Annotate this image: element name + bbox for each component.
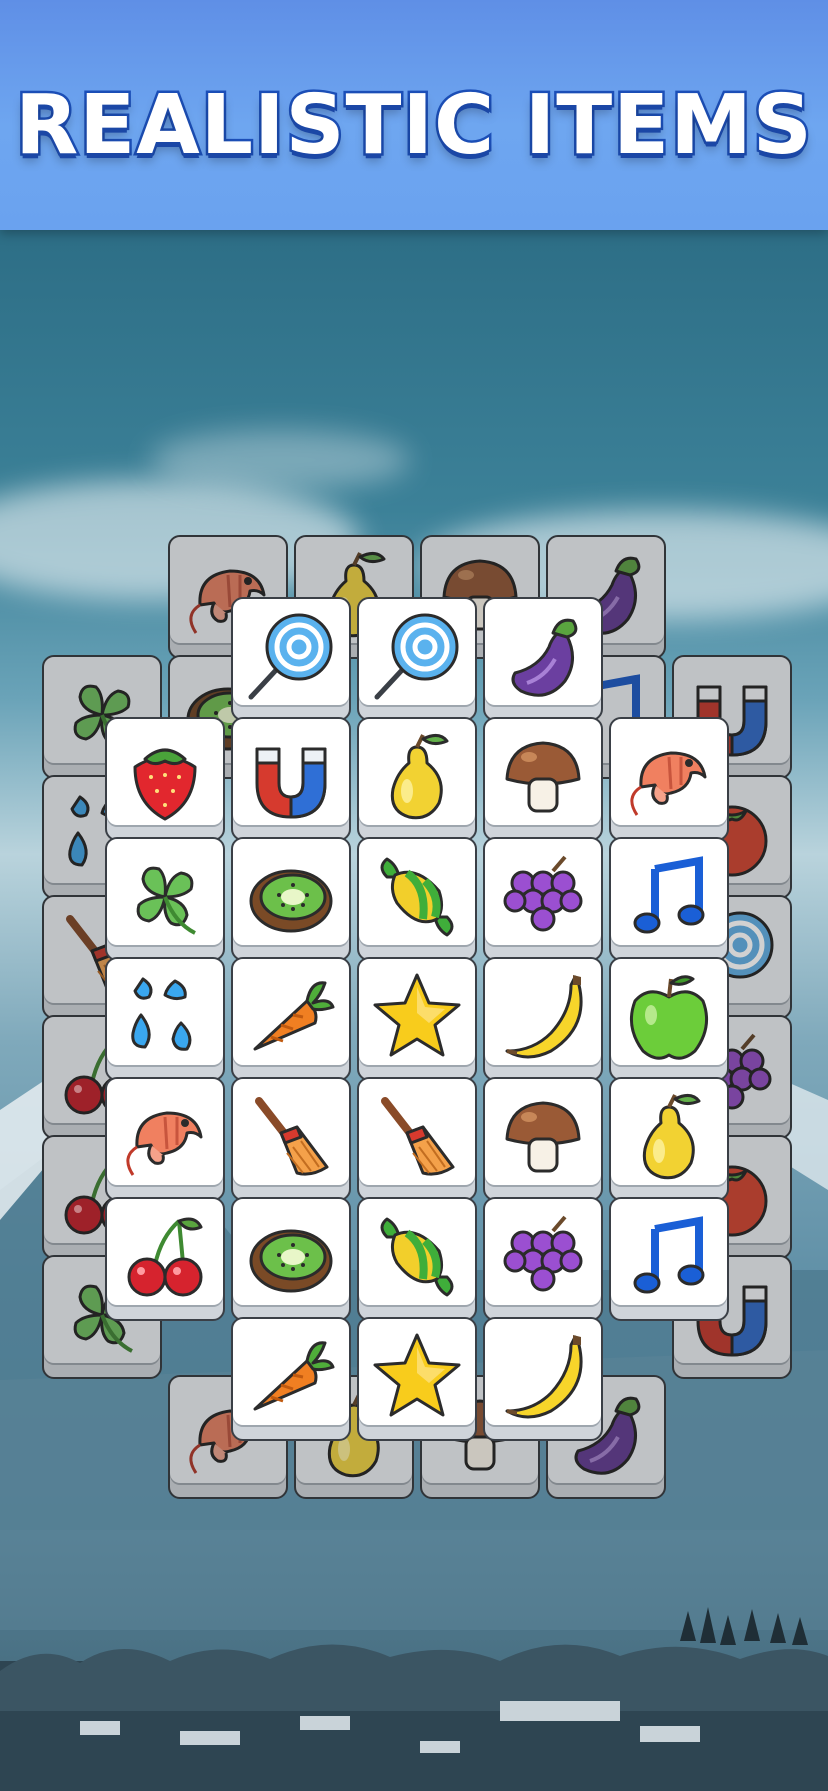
grapes-icon	[503, 855, 583, 932]
tile-shrimp[interactable]	[609, 717, 729, 841]
tile-music-note[interactable]	[609, 837, 729, 961]
apple-icon	[629, 975, 709, 1060]
lollipop-icon	[374, 613, 459, 700]
mushroom-icon	[505, 1101, 581, 1173]
tile-board	[0, 0, 828, 1791]
star-icon	[373, 973, 461, 1057]
shrimp-icon	[630, 751, 707, 816]
candy-icon	[380, 857, 454, 937]
tile-kiwi[interactable]	[231, 1197, 351, 1321]
tile-broom[interactable]	[231, 1077, 351, 1201]
mushroom-icon	[505, 741, 581, 813]
tile-star[interactable]	[357, 957, 477, 1081]
shrimp-icon	[126, 1111, 203, 1176]
tile-strawberry[interactable]	[105, 717, 225, 841]
header-banner: REALISTIC ITEMS	[0, 0, 828, 230]
tile-pear[interactable]	[609, 1077, 729, 1201]
banana-icon	[505, 975, 583, 1059]
strawberry-icon	[133, 748, 197, 821]
clover-icon	[136, 866, 196, 935]
tile-broom[interactable]	[357, 1077, 477, 1201]
star-icon	[373, 1333, 461, 1417]
banner-title: REALISTIC ITEMS	[13, 76, 815, 176]
pear-icon	[642, 1094, 701, 1180]
tile-water-drops[interactable]	[105, 957, 225, 1081]
magnet-icon	[255, 747, 327, 819]
lollipop-icon	[248, 613, 333, 700]
tile-pear[interactable]	[357, 717, 477, 841]
cherries-icon	[127, 1217, 203, 1297]
tile-shrimp[interactable]	[105, 1077, 225, 1201]
tile-candy[interactable]	[357, 837, 477, 961]
grapes-icon	[503, 1215, 583, 1292]
broom-icon	[255, 1097, 329, 1176]
tile-banana[interactable]	[483, 1317, 603, 1441]
tile-banana[interactable]	[483, 957, 603, 1081]
tile-music-note[interactable]	[609, 1197, 729, 1321]
tile-magnet[interactable]	[231, 717, 351, 841]
carrot-icon	[253, 1341, 335, 1411]
eggplant-icon	[511, 618, 578, 697]
tile-mushroom[interactable]	[483, 1077, 603, 1201]
tile-carrot[interactable]	[231, 1317, 351, 1441]
tile-cherries[interactable]	[105, 1197, 225, 1321]
tile-lollipop[interactable]	[231, 597, 351, 721]
tile-kiwi[interactable]	[231, 837, 351, 961]
kiwi-icon	[249, 869, 333, 933]
tile-star[interactable]	[357, 1317, 477, 1441]
carrot-icon	[253, 981, 335, 1051]
broom-icon	[381, 1097, 455, 1176]
tile-grapes[interactable]	[483, 837, 603, 961]
music-note-icon	[633, 1216, 705, 1294]
pear-icon	[390, 734, 449, 820]
tile-clover[interactable]	[105, 837, 225, 961]
tile-eggplant[interactable]	[483, 597, 603, 721]
tile-grapes[interactable]	[483, 1197, 603, 1321]
music-note-icon	[633, 856, 705, 934]
tile-lollipop[interactable]	[357, 597, 477, 721]
banana-icon	[505, 1335, 583, 1419]
tile-mushroom[interactable]	[483, 717, 603, 841]
water-drops-icon	[131, 977, 192, 1051]
tile-candy[interactable]	[357, 1197, 477, 1321]
tile-carrot[interactable]	[231, 957, 351, 1081]
kiwi-icon	[249, 1229, 333, 1293]
tile-apple[interactable]	[609, 957, 729, 1081]
candy-icon	[380, 1217, 454, 1297]
